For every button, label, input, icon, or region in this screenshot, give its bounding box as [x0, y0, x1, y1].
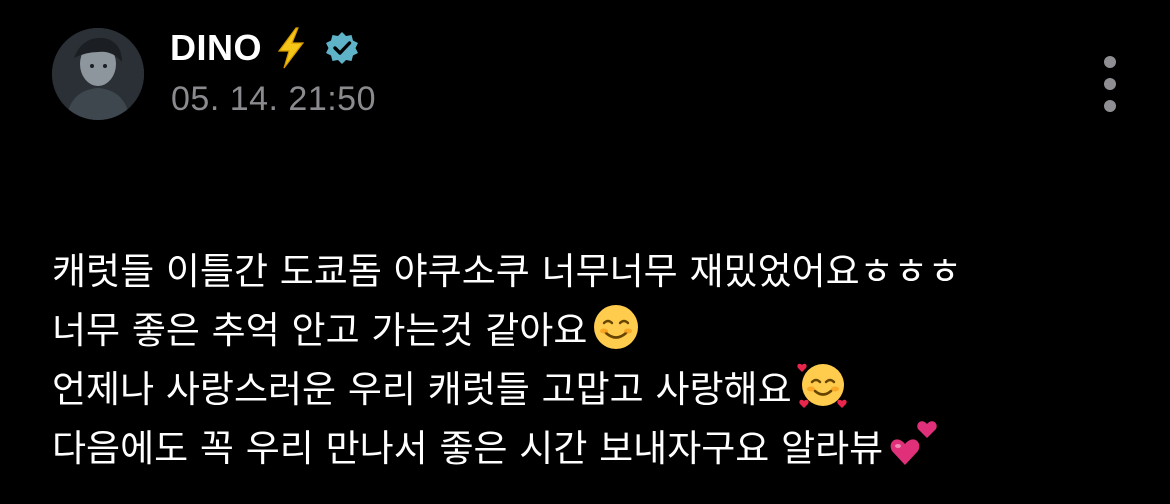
more-vertical-icon-dot: [1104, 100, 1116, 112]
avatar[interactable]: [52, 28, 144, 120]
post-line-2: 너무 좋은 추억 안고 가는것 같아요: [52, 297, 1142, 356]
more-vertical-icon-dot: [1104, 78, 1116, 90]
post-line-4: 다음에도 꼭 우리 만나서 좋은 시간 보내자구요 알라뷰: [52, 415, 1142, 474]
post-text: 캐럿들 이틀간 도쿄돔 야쿠소쿠 너무너무 재밌었어요ㅎㅎㅎ: [52, 249, 962, 293]
post-line-1: 캐럿들 이틀간 도쿄돔 야쿠소쿠 너무너무 재밌었어요ㅎㅎㅎ: [52, 238, 1142, 297]
smiling-face-icon: [591, 302, 641, 352]
post-text: 다음에도 꼭 우리 만나서 좋은 시간 보내자구요 알라뷰: [52, 426, 884, 470]
smiling-face-with-hearts-icon: [796, 359, 850, 413]
verified-badge-icon: [320, 30, 360, 66]
post-text: 너무 좋은 추억 안고 가는것 같아요: [52, 308, 588, 352]
author-name[interactable]: DINO: [170, 27, 262, 69]
post-text: 언제나 사랑스러운 우리 캐럿들 고맙고 사랑해요: [52, 367, 792, 411]
author-row: DINO: [170, 24, 360, 72]
more-options-button[interactable]: [1100, 56, 1120, 112]
avatar-photo: [52, 28, 144, 120]
lightning-bolt-icon: [274, 27, 308, 69]
post-line-3: 언제나 사랑스러운 우리 캐럿들 고맙고 사랑해요: [52, 356, 1142, 415]
two-hearts-icon: [887, 418, 941, 472]
post-timestamp: 05. 14. 21:50: [171, 80, 377, 118]
more-vertical-icon-dot: [1104, 56, 1116, 68]
post-body: 캐럿들 이틀간 도쿄돔 야쿠소쿠 너무너무 재밌었어요ㅎㅎㅎ 너무 좋은 추억 …: [52, 238, 1142, 474]
